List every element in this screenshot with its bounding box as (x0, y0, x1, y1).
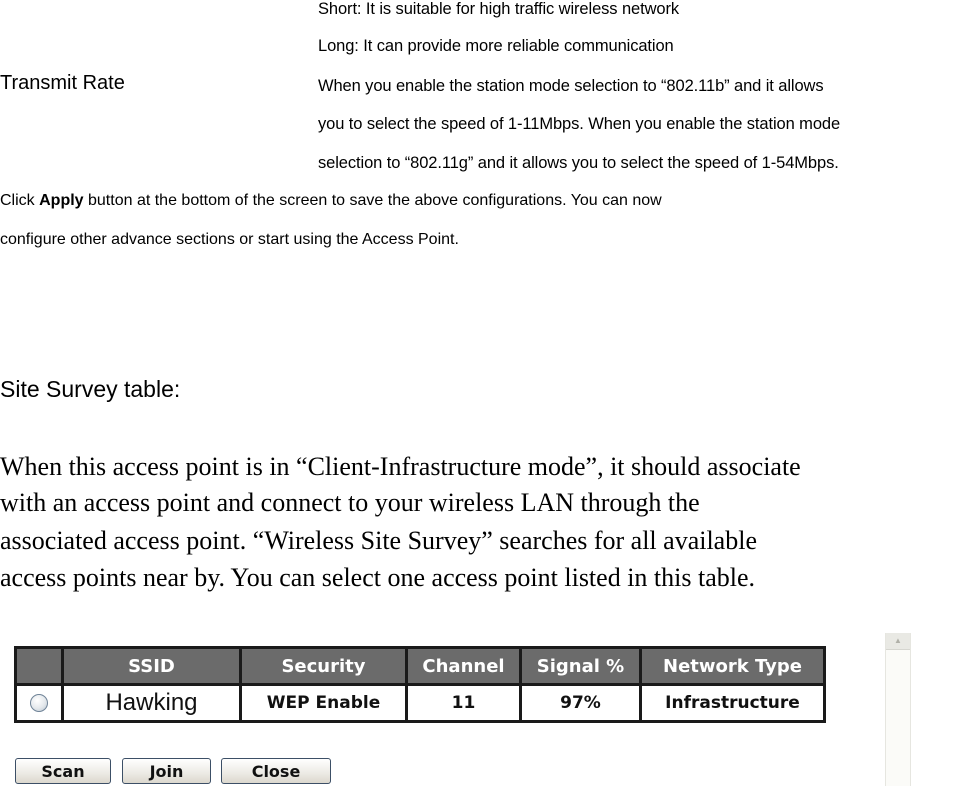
body-paragraph-line: access points near by. You can select on… (0, 563, 756, 592)
signal-cell: 97% (519, 683, 642, 723)
scroll-up-arrow-icon[interactable]: ▲ (886, 633, 910, 650)
transmit-rate-description-line: When you enable the station mode selecti… (318, 77, 824, 95)
vertical-scrollbar[interactable]: ▲ (885, 633, 911, 786)
close-button[interactable]: Close (221, 758, 331, 784)
column-header-ssid: SSID (61, 646, 242, 686)
body-paragraph-line: with an access point and connect to your… (0, 488, 700, 517)
network-type-cell: Infrastructure (639, 683, 826, 723)
apply-keyword: Apply (39, 192, 84, 209)
apply-note-line: configure other advance sections or star… (0, 231, 459, 248)
apply-note-suffix: button at the bottom of the screen to sa… (83, 192, 662, 209)
column-header-network-type: Network Type (639, 646, 826, 686)
scan-button[interactable]: Scan (15, 758, 111, 784)
transmit-rate-description-line: selection to “802.11g” and it allows you… (318, 154, 839, 172)
select-radio[interactable] (30, 694, 48, 712)
column-header-security: Security (239, 646, 408, 686)
section-title: Site Survey table: (0, 376, 181, 402)
table-row[interactable]: Hawking WEP Enable 11 97% Infrastructure (14, 683, 826, 723)
security-cell: WEP Enable (239, 683, 408, 723)
site-survey-table: SSID Security Channel Signal % Network T… (14, 646, 826, 723)
body-paragraph-line: When this access point is in “Client-Inf… (0, 452, 801, 481)
transmit-rate-description-line: you to select the speed of 1-11Mbps. Whe… (318, 115, 841, 133)
table-header-row: SSID Security Channel Signal % Network T… (14, 646, 826, 686)
transmit-rate-term: Transmit Rate (0, 72, 125, 94)
apply-note-line: Click Apply button at the bottom of the … (0, 192, 662, 210)
column-header-select (14, 646, 64, 686)
select-cell (14, 683, 64, 723)
preamble-short-text: Short: It is suitable for high traffic w… (318, 0, 680, 18)
channel-cell: 11 (405, 683, 522, 723)
column-header-channel: Channel (405, 646, 522, 686)
body-paragraph-line: associated access point. “Wireless Site … (0, 526, 757, 555)
join-button[interactable]: Join (122, 758, 211, 784)
preamble-long-text: Long: It can provide more reliable commu… (318, 37, 674, 55)
column-header-signal: Signal % (519, 646, 642, 686)
ssid-cell: Hawking (61, 683, 242, 723)
apply-note-prefix: Click (0, 192, 40, 209)
